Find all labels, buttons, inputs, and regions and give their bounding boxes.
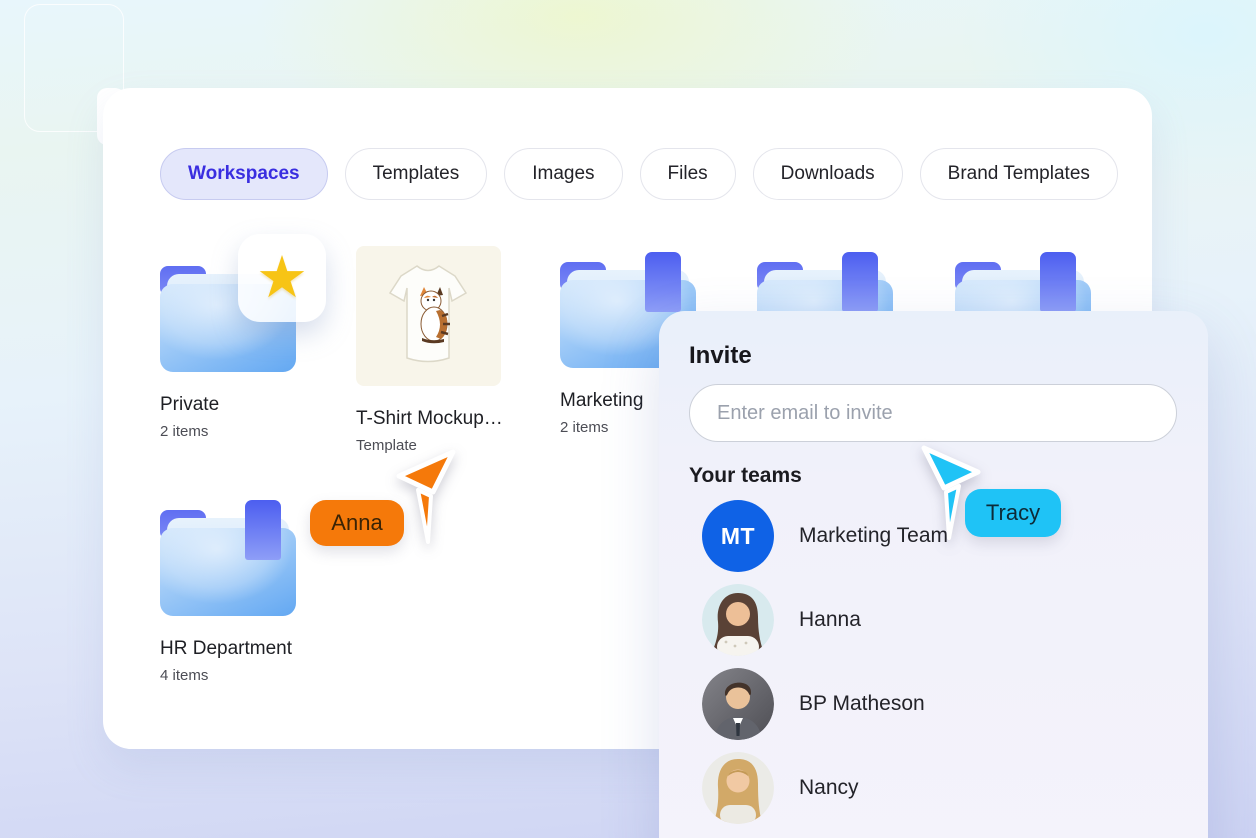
folder-tile-private[interactable]: ★ Private 2 items: [160, 234, 326, 440]
tab-brand-templates[interactable]: Brand Templates: [919, 148, 1118, 200]
team-avatar: MT: [702, 500, 774, 572]
folder-item-count: 4 items: [160, 667, 209, 684]
member-name: BP Matheson: [799, 692, 925, 715]
member-avatar: [702, 752, 774, 824]
cursor-name-badge: Anna: [310, 500, 404, 546]
cursor-name-badge: Tracy: [965, 489, 1061, 537]
member-name: Hanna: [799, 608, 861, 631]
invite-email-input[interactable]: [689, 384, 1177, 442]
member-avatar: [702, 668, 774, 740]
star-badge-icon: ★: [238, 234, 326, 322]
member-row-hanna[interactable]: Hanna: [702, 584, 861, 656]
your-teams-heading: Your teams: [689, 464, 802, 487]
tab-downloads[interactable]: Downloads: [752, 148, 903, 200]
tab-workspaces[interactable]: Workspaces: [160, 148, 328, 200]
screen: Workspaces Templates Images Files Downlo…: [0, 0, 1256, 838]
tab-templates[interactable]: Templates: [344, 148, 488, 200]
template-name: T-Shirt Mockup I...: [356, 408, 506, 429]
folder-item-count: 2 items: [160, 423, 209, 440]
team-row-marketing-team[interactable]: MT Marketing Team: [702, 500, 948, 572]
tab-files[interactable]: Files: [639, 148, 736, 200]
tshirt-thumbnail: [356, 246, 501, 386]
member-row-bp-matheson[interactable]: BP Matheson: [702, 668, 925, 740]
folder-name: HR Department: [160, 638, 292, 659]
invite-title: Invite: [689, 342, 752, 369]
template-tile-tshirt[interactable]: T-Shirt Mockup I... Template: [356, 246, 516, 454]
member-name: Nancy: [799, 776, 859, 799]
member-avatar: [702, 584, 774, 656]
invite-panel: Invite Your teams MT Marketing Team: [659, 311, 1208, 838]
tab-images[interactable]: Images: [504, 148, 623, 200]
folder-icon: [160, 500, 296, 616]
member-row-nancy[interactable]: Nancy: [702, 752, 859, 824]
folder-icon: ★: [160, 234, 326, 372]
folder-name: Private: [160, 394, 220, 415]
folder-tile-hr-department[interactable]: HR Department 4 items: [160, 500, 320, 684]
filter-tabs: Workspaces Templates Images Files Downlo…: [160, 148, 1118, 200]
